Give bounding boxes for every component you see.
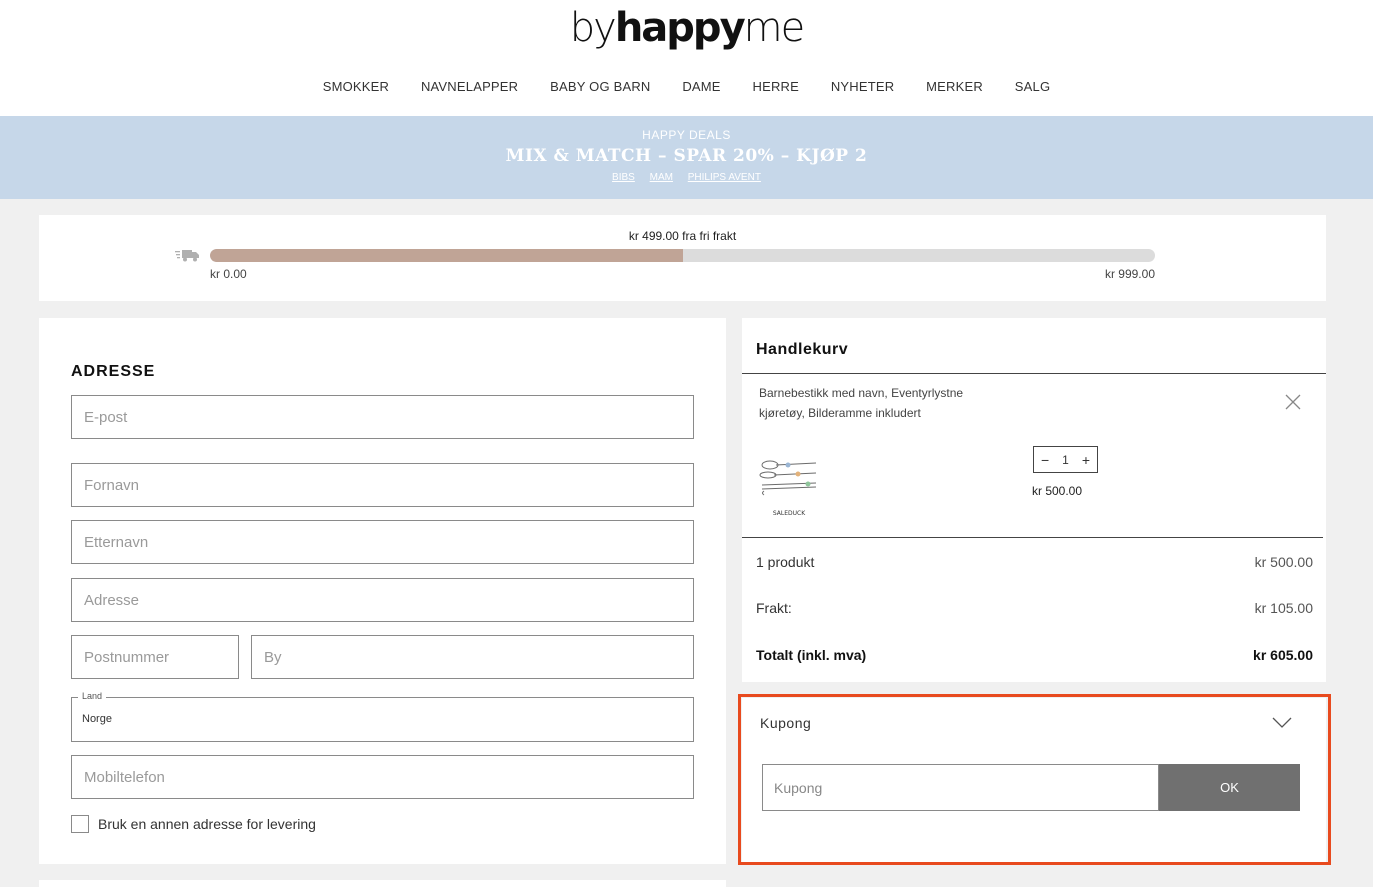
cart-item-name[interactable]: Barnebestikk med navn, Eventyrlystne kjø… bbox=[759, 383, 979, 423]
shipping-label: Frakt: bbox=[756, 600, 792, 616]
cart-divider bbox=[742, 373, 1326, 374]
nav-item-salg[interactable]: SALG bbox=[1015, 79, 1050, 94]
banner-links: BIBS MAM PHILIPS AVENT bbox=[0, 172, 1373, 183]
shipping-max-label: kr 999.00 bbox=[1104, 267, 1155, 281]
main-nav: SMOKKER NAVNELAPPER BABY OG BARN DAME HE… bbox=[0, 79, 1373, 94]
thumbnail-caption: SALEDUCK bbox=[773, 510, 806, 517]
logo-part-me: me bbox=[743, 5, 806, 51]
lastname-field[interactable] bbox=[72, 521, 693, 563]
email-field[interactable] bbox=[72, 396, 693, 438]
next-section-card bbox=[39, 880, 726, 887]
banner-title[interactable]: MIX & MATCH – SPAR 20% – KJØP 2 bbox=[0, 146, 1373, 166]
promo-banner: HAPPY DEALS MIX & MATCH – SPAR 20% – KJØ… bbox=[0, 116, 1373, 199]
alt-delivery-row: Bruk en annen adresse for levering bbox=[71, 815, 316, 833]
logo-part-happy: happy bbox=[614, 5, 746, 51]
postcode-field[interactable] bbox=[72, 636, 238, 678]
products-value: kr 500.00 bbox=[1254, 554, 1313, 570]
address-form: ADRESSE Land Norge Bruk en annen adresse… bbox=[39, 318, 726, 864]
lastname-field-wrap bbox=[71, 520, 694, 564]
city-field[interactable] bbox=[252, 636, 693, 678]
total-label: Totalt (inkl. mva) bbox=[756, 647, 867, 663]
nav-item-herre[interactable]: HERRE bbox=[752, 79, 799, 94]
address-field[interactable] bbox=[72, 579, 693, 621]
banner-link-mam[interactable]: MAM bbox=[650, 172, 673, 183]
phone-field-wrap bbox=[71, 755, 694, 799]
alt-delivery-label[interactable]: Bruk en annen adresse for levering bbox=[98, 816, 316, 832]
nav-item-navnelapper[interactable]: NAVNELAPPER bbox=[421, 79, 518, 94]
cart-title: Handlekurv bbox=[756, 341, 849, 358]
coupon-section: Kupong OK bbox=[742, 698, 1326, 862]
cart-summary: Handlekurv Barnebestikk med navn, Eventy… bbox=[742, 318, 1326, 682]
country-select[interactable]: Land Norge bbox=[71, 691, 694, 742]
shipping-row: Frakt: kr 105.00 bbox=[756, 600, 1313, 616]
quantity-stepper: − 1 + bbox=[1033, 446, 1098, 473]
nav-item-smokker[interactable]: SMOKKER bbox=[323, 79, 389, 94]
email-field-wrap bbox=[71, 395, 694, 439]
nav-item-merker[interactable]: MERKER bbox=[926, 79, 983, 94]
coupon-input-wrap bbox=[762, 764, 1159, 811]
close-icon[interactable] bbox=[1284, 393, 1302, 411]
shipping-value: kr 105.00 bbox=[1254, 600, 1313, 616]
banner-subtitle: HAPPY DEALS bbox=[642, 128, 731, 142]
logo-part-by: by bbox=[569, 5, 617, 51]
total-row: Totalt (inkl. mva) kr 605.00 bbox=[756, 647, 1313, 663]
quantity-value: 1 bbox=[1062, 452, 1069, 467]
postcode-field-wrap bbox=[71, 635, 239, 679]
phone-field[interactable] bbox=[72, 756, 693, 798]
country-value: Norge bbox=[82, 713, 112, 725]
coupon-input[interactable] bbox=[763, 765, 1158, 810]
nav-item-nyheter[interactable]: NYHETER bbox=[831, 79, 895, 94]
coupon-ok-button[interactable]: OK bbox=[1159, 764, 1300, 811]
alt-delivery-checkbox[interactable] bbox=[71, 815, 89, 833]
coupon-heading[interactable]: Kupong bbox=[760, 715, 811, 731]
address-field-wrap bbox=[71, 578, 694, 622]
nav-item-dame[interactable]: DAME bbox=[682, 79, 720, 94]
free-shipping-label: kr 499.00 fra fri frakt bbox=[628, 229, 737, 243]
firstname-field-wrap bbox=[71, 463, 694, 507]
shipping-min-label: kr 0.00 bbox=[210, 267, 247, 281]
logo[interactable]: byhappyme bbox=[0, 6, 1373, 50]
shipping-progress-bar bbox=[210, 249, 1155, 262]
country-label: Land bbox=[78, 691, 107, 701]
nav-item-baby-og-barn[interactable]: BABY OG BARN bbox=[550, 79, 650, 94]
total-value: kr 605.00 bbox=[1253, 647, 1313, 663]
free-shipping-progress: kr 499.00 fra fri frakt kr 0.00 kr 999.0… bbox=[39, 215, 1326, 301]
banner-link-philips-avent[interactable]: PHILIPS AVENT bbox=[688, 172, 761, 183]
cart-item-price: kr 500.00 bbox=[1032, 484, 1083, 498]
site-header: byhappyme SMOKKER NAVNELAPPER BABY OG BA… bbox=[0, 0, 1373, 116]
plus-icon[interactable]: + bbox=[1082, 452, 1090, 468]
city-field-wrap bbox=[251, 635, 694, 679]
address-title: ADRESSE bbox=[71, 363, 156, 380]
cart-divider-2 bbox=[742, 537, 1323, 538]
minus-icon[interactable]: − bbox=[1041, 452, 1049, 468]
products-subtotal-row: 1 produkt kr 500.00 bbox=[756, 554, 1313, 570]
truck-icon bbox=[175, 250, 199, 262]
firstname-field[interactable] bbox=[72, 464, 693, 506]
shipping-progress-fill bbox=[210, 249, 683, 262]
products-label: 1 produkt bbox=[756, 554, 815, 570]
banner-link-bibs[interactable]: BIBS bbox=[612, 172, 635, 183]
chevron-down-icon[interactable] bbox=[1272, 717, 1292, 729]
cart-item-thumbnail[interactable]: SALEDUCK bbox=[758, 455, 820, 519]
